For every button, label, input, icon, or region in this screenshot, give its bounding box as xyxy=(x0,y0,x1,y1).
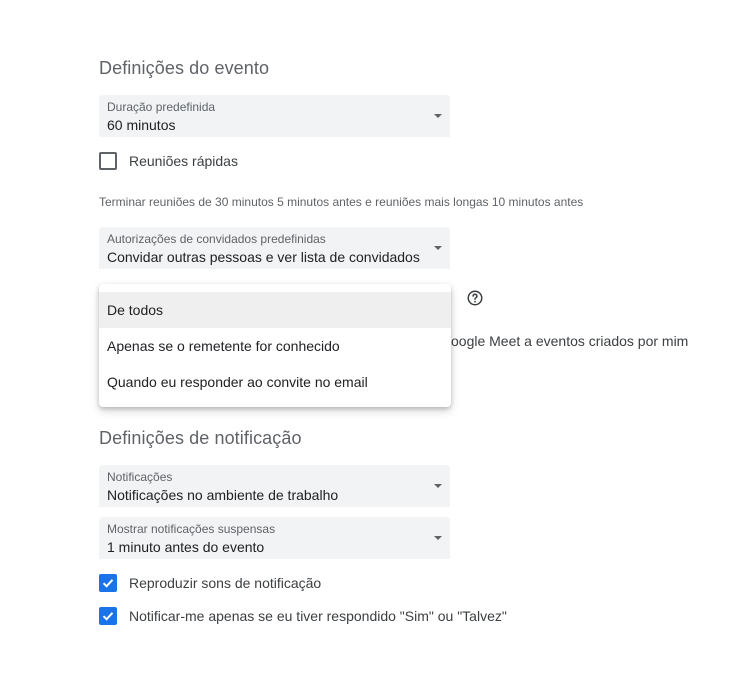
notification-settings-heading: Definições de notificação xyxy=(99,428,302,448)
play-sounds-checkbox-row[interactable]: Reproduzir sons de notificação xyxy=(99,574,321,592)
speedy-meetings-checkbox-row[interactable]: Reuniões rápidas xyxy=(99,152,238,170)
help-icon[interactable] xyxy=(466,289,484,307)
dropdown-caret-icon xyxy=(434,536,442,540)
guest-permissions-label: Autorizações de convidados predefinidas xyxy=(107,232,326,246)
default-duration-select[interactable]: Duração predefinida 60 minutos xyxy=(99,95,450,137)
play-sounds-label: Reproduzir sons de notificação xyxy=(129,575,322,591)
default-duration-label: Duração predefinida xyxy=(107,100,216,114)
notifications-value: Notificações no ambiente de trabalho xyxy=(107,487,339,503)
speedy-meetings-hint: Terminar reuniões de 30 minutos 5 minuto… xyxy=(99,195,584,209)
snoozed-notifications-value: 1 minuto antes do evento xyxy=(107,539,265,555)
checkmark-icon xyxy=(102,579,114,588)
dropdown-menu: De todos Apenas se o remetente for conhe… xyxy=(99,284,451,407)
notifications-select[interactable]: Notificações Notificações no ambiente de… xyxy=(99,465,450,507)
menu-item-from-everyone[interactable]: De todos xyxy=(99,292,451,328)
dropdown-caret-icon xyxy=(434,114,442,118)
dropdown-caret-icon xyxy=(434,484,442,488)
notify-if-responded-checkbox-row[interactable]: Notificar-me apenas se eu tiver respondi… xyxy=(99,607,507,625)
notifications-label: Notificações xyxy=(107,470,173,484)
default-duration-value: 60 minutos xyxy=(107,117,176,133)
notify-if-responded-checkbox[interactable] xyxy=(99,607,117,625)
event-settings-heading: Definições do evento xyxy=(99,58,270,78)
dropdown-caret-icon xyxy=(434,246,442,250)
speedy-meetings-checkbox[interactable] xyxy=(99,152,117,170)
play-sounds-checkbox[interactable] xyxy=(99,574,117,592)
guest-permissions-value: Convidar outras pessoas e ver lista de c… xyxy=(107,249,420,265)
snoozed-notifications-select[interactable]: Mostrar notificações suspensas 1 minuto … xyxy=(99,517,450,559)
guest-permissions-select[interactable]: Autorizações de convidados predefinidas … xyxy=(99,227,450,269)
notify-if-responded-label: Notificar-me apenas se eu tiver respondi… xyxy=(129,608,507,624)
menu-item-when-responded[interactable]: Quando eu responder ao convite no email xyxy=(99,364,451,400)
google-meet-setting-text: oogle Meet a eventos criados por mim xyxy=(451,333,689,349)
snoozed-notifications-label: Mostrar notificações suspensas xyxy=(107,522,276,536)
speedy-meetings-label: Reuniões rápidas xyxy=(129,153,238,169)
menu-item-known-sender[interactable]: Apenas se o remetente for conhecido xyxy=(99,328,451,364)
checkmark-icon xyxy=(102,612,114,621)
